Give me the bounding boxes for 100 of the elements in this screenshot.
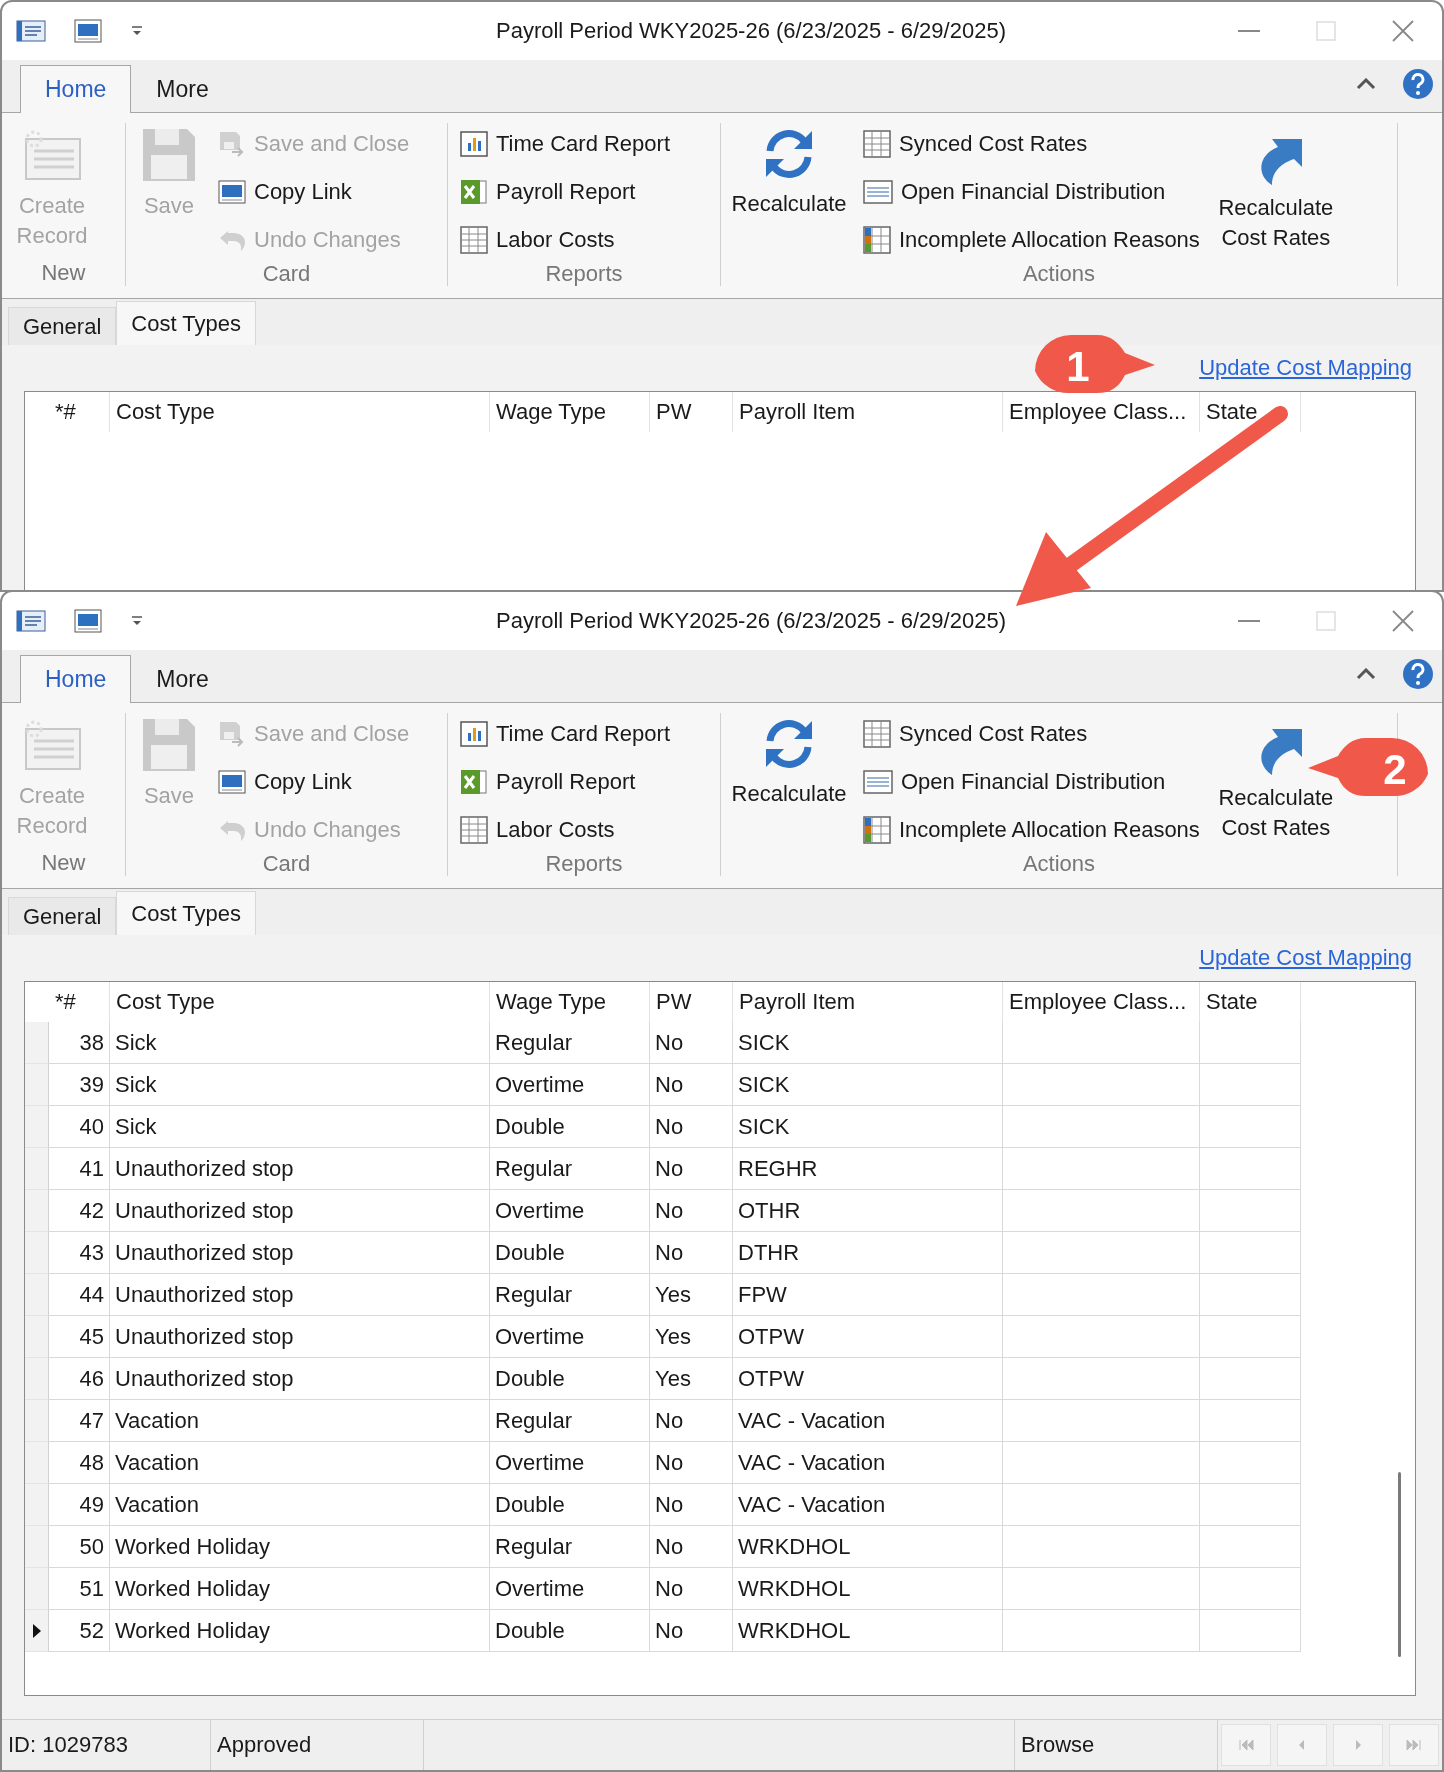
column-header[interactable]: Cost Type: [110, 392, 490, 432]
ribbon-button[interactable]: Payroll Report: [456, 171, 674, 213]
table-cell: No: [650, 1568, 733, 1610]
ribbon-button[interactable]: Open Financial Distribution: [859, 761, 1204, 803]
table-cell: OTHR: [733, 1190, 1003, 1232]
table-cell: WRKDHOL: [733, 1568, 1003, 1610]
ribbon-button[interactable]: Recalculate: [729, 123, 849, 261]
ribbon-tab[interactable]: Home: [20, 65, 132, 113]
table-cell: Yes: [650, 1316, 733, 1358]
table-cell: No: [650, 1400, 733, 1442]
table-cell: 52: [49, 1610, 110, 1652]
column-header[interactable]: *#: [49, 392, 110, 432]
numbered-grid-icon: [863, 226, 891, 254]
ribbon-button[interactable]: Recalculate: [729, 713, 849, 851]
table-cell: Unauthorized stop: [110, 1274, 490, 1316]
ribbon-button[interactable]: Time Card Report: [456, 713, 674, 755]
last-icon: [1406, 1739, 1422, 1751]
group-label: New: [40, 850, 87, 876]
ribbon-button[interactable]: Open Financial Distribution: [859, 171, 1204, 213]
column-header[interactable]: Payroll Item: [733, 392, 1003, 432]
collapse-icon[interactable]: [1356, 78, 1376, 90]
close-icon[interactable]: [1392, 20, 1414, 42]
minimize-icon[interactable]: [1238, 619, 1260, 623]
mode-label: Browse: [1015, 1720, 1218, 1770]
table-cell: No: [650, 1610, 733, 1652]
grid-icon: [863, 130, 891, 158]
table-cell: Overtime: [490, 1064, 650, 1106]
table-cell: 48: [49, 1442, 110, 1484]
collapse-icon[interactable]: [1356, 668, 1376, 680]
column-header[interactable]: Cost Type: [110, 982, 490, 1022]
table-cell: Unauthorized stop: [110, 1190, 490, 1232]
ribbon-button[interactable]: Incomplete Allocation Reasons: [859, 219, 1204, 261]
last-page-button[interactable]: [1389, 1724, 1439, 1766]
table-cell: 50: [49, 1526, 110, 1568]
table-cell: Overtime: [490, 1316, 650, 1358]
table-cell: SICK: [733, 1022, 1003, 1064]
spreadsheet-icon: [460, 178, 488, 206]
table-cell: Double: [490, 1484, 650, 1526]
ribbon-button[interactable]: Recalculate Cost Rates: [1213, 123, 1338, 261]
table-cell: 45: [49, 1316, 110, 1358]
ribbon-tab[interactable]: Home: [20, 655, 132, 703]
table-cell: Overtime: [490, 1442, 650, 1484]
column-header[interactable]: Payroll Item: [733, 982, 1003, 1022]
form-tab[interactable]: Cost Types: [116, 301, 256, 345]
form-tab[interactable]: General: [8, 307, 117, 345]
table-cell: No: [650, 1484, 733, 1526]
maximize-icon[interactable]: [1316, 21, 1336, 41]
column-header[interactable]: State: [1200, 982, 1301, 1022]
ribbon-button[interactable]: Synced Cost Rates: [859, 123, 1204, 165]
update-link[interactable]: Update Cost Mapping: [1199, 355, 1412, 381]
first-page-button[interactable]: [1221, 1724, 1271, 1766]
table-cell: WRKDHOL: [733, 1526, 1003, 1568]
column-header[interactable]: *#: [49, 982, 110, 1022]
maximize-icon[interactable]: [1316, 611, 1336, 631]
ribbon-tab[interactable]: More: [131, 65, 234, 113]
ribbon-button[interactable]: Time Card Report: [456, 123, 674, 165]
table-cell: Double: [490, 1232, 650, 1274]
table-cell: Vacation: [110, 1442, 490, 1484]
ribbon-button[interactable]: Labor Costs: [456, 809, 674, 851]
ribbon-button[interactable]: Synced Cost Rates: [859, 713, 1204, 755]
current-row-icon: [31, 1622, 42, 1639]
minimize-icon[interactable]: [1238, 29, 1260, 33]
column-header[interactable]: Wage Type: [490, 392, 650, 432]
table-cell: 46: [49, 1358, 110, 1400]
form-icon: [16, 20, 46, 42]
numbered-grid-icon: [863, 816, 891, 844]
previous-button[interactable]: [1277, 1724, 1327, 1766]
ribbon-button[interactable]: Copy Link: [214, 761, 414, 803]
ribbon-button[interactable]: Payroll Report: [456, 761, 674, 803]
row-header[interactable]: [25, 1610, 49, 1652]
table-cell: No: [650, 1526, 733, 1568]
group-label: Card: [261, 851, 312, 877]
column-header[interactable]: PW: [650, 982, 733, 1022]
update-link[interactable]: Update Cost Mapping: [1199, 945, 1412, 971]
column-header[interactable]: Wage Type: [490, 982, 650, 1022]
table-cell: Sick: [110, 1064, 490, 1106]
column-header[interactable]: PW: [650, 392, 733, 432]
table-cell: 47: [49, 1400, 110, 1442]
help-icon[interactable]: [1402, 68, 1434, 100]
scrollbar-thumb[interactable]: [1398, 1472, 1401, 1657]
window-title: Payroll Period WKY2025-26 (6/23/2025 - 6/29/2025): [495, 18, 1007, 44]
column-header[interactable]: State: [1200, 392, 1301, 432]
bar-chart-icon: [460, 721, 488, 747]
record-status: Approved: [211, 1720, 424, 1770]
next-button[interactable]: [1333, 1724, 1383, 1766]
column-header[interactable]: Employee Class...: [1003, 982, 1200, 1022]
group-label: Card: [261, 261, 312, 287]
ribbon-button[interactable]: Labor Costs: [456, 219, 674, 261]
table-cell: 38: [49, 1022, 110, 1064]
ribbon-tab[interactable]: More: [131, 655, 234, 703]
form-tab[interactable]: Cost Types: [116, 891, 256, 935]
ribbon-button[interactable]: Incomplete Allocation Reasons: [859, 809, 1204, 851]
close-icon[interactable]: [1392, 610, 1414, 632]
help-icon[interactable]: [1402, 658, 1434, 690]
table-cell: Regular: [490, 1400, 650, 1442]
table-cell: Double: [490, 1610, 650, 1652]
form-tab[interactable]: General: [8, 897, 117, 935]
table-cell: VAC - Vacation: [733, 1400, 1003, 1442]
ribbon-button[interactable]: Recalculate Cost Rates: [1213, 713, 1338, 851]
ribbon-button[interactable]: Copy Link: [214, 171, 414, 213]
